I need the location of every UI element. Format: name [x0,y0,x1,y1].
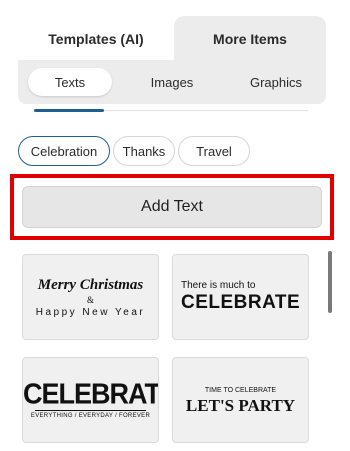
active-tab-indicator [34,109,104,112]
template-text-line: & [86,295,94,305]
template-card-celebrate[interactable]: There is much to CELEBRATE [172,254,309,340]
filter-chip-travel[interactable]: Travel [178,136,250,166]
sub-tab-bar: Texts Images Graphics [18,60,326,104]
template-card-merry-christmas[interactable]: Merry Christmas & Happy New Year [22,254,159,340]
template-card-celebrate-everything[interactable]: CELEBRATE EVERYTHING / EVERYDAY / FOREVE… [22,357,159,443]
tab-templates-ai[interactable]: Templates (AI) [18,16,174,62]
add-text-button[interactable]: Add Text [22,186,322,228]
subtab-texts[interactable]: Texts [28,68,112,96]
template-text-line: CELEBRATE [23,378,159,410]
subtab-images[interactable]: Images [130,68,214,96]
template-text-line: TIME TO CELEBRATE [204,387,277,394]
top-tab-bar: Templates (AI) More Items [18,16,326,62]
scrollbar-thumb[interactable] [328,251,332,313]
filter-chip-celebration[interactable]: Celebration [18,136,110,166]
template-text-line: Merry Christmas [37,277,144,293]
tab-more-items[interactable]: More Items [174,16,326,62]
template-text-line: There is much to [181,280,256,291]
template-text-line: EVERYTHING / EVERYDAY / FOREVER [30,413,151,419]
template-card-lets-party[interactable]: TIME TO CELEBRATE LET'S PARTY [172,357,309,443]
templates-panel: Templates (AI) More Items Texts Images G… [0,0,350,451]
add-text-highlight: Add Text [10,174,334,240]
template-text-line: LET'S PARTY [185,396,296,415]
template-text-line: CELEBRATE [181,292,301,313]
subtab-graphics[interactable]: Graphics [232,68,320,96]
filter-chip-thanks[interactable]: Thanks [113,136,175,166]
template-text-line: Happy New Year [35,307,146,318]
template-divider-line [35,410,146,411]
